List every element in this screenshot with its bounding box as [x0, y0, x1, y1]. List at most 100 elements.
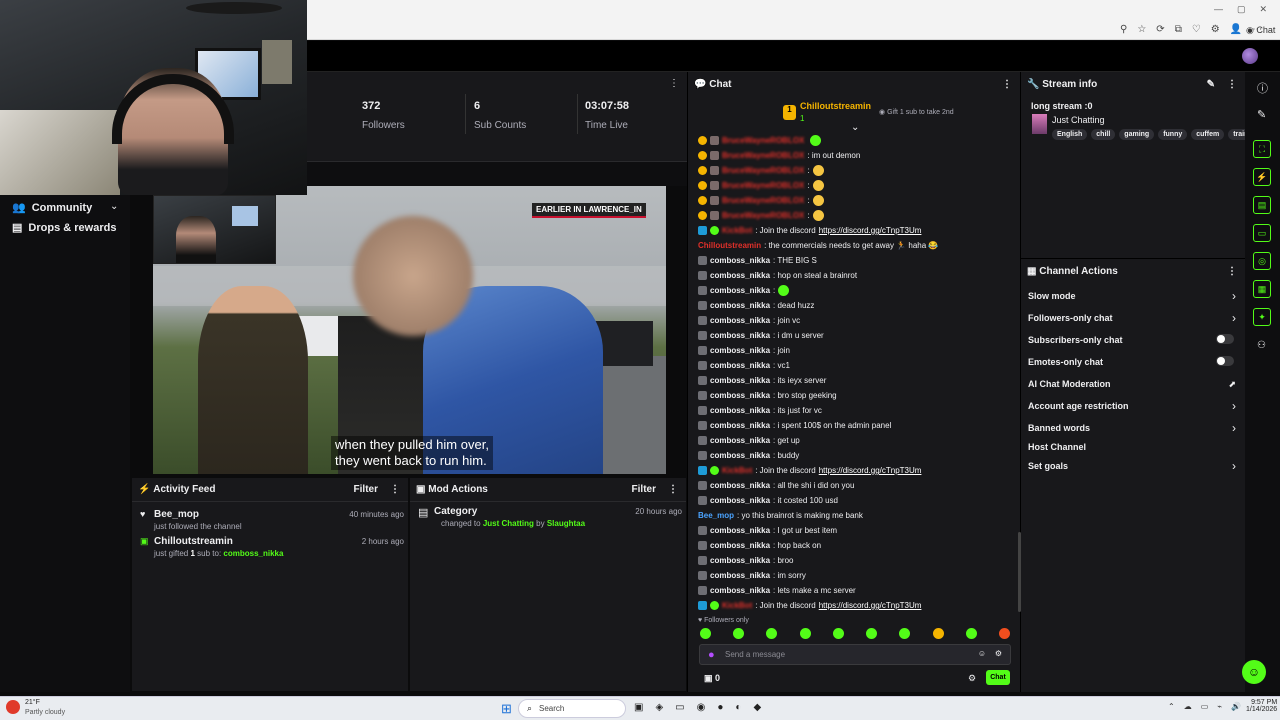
- chat-text: : I got ur best item: [773, 526, 838, 535]
- pencil-icon[interactable]: ✎: [1257, 108, 1266, 121]
- discord-link[interactable]: https://discord.gg/cTnpT3Um: [819, 226, 922, 235]
- channel-actions-panel: ▦ Channel Actions ⋮ Slow mode › Followers-…: [1021, 258, 1245, 692]
- lightning-icon[interactable]: ⚡: [1253, 168, 1271, 186]
- chat-username[interactable]: comboss_nikka: [710, 406, 770, 415]
- chat-username[interactable]: Bee_mop: [698, 511, 734, 520]
- chat-username[interactable]: comboss_nikka: [710, 586, 770, 595]
- chat-username[interactable]: comboss_nikka: [710, 301, 770, 310]
- help-icon[interactable]: ☺: [1242, 660, 1266, 684]
- wrench-rail-icon[interactable]: ✦: [1253, 308, 1271, 326]
- broadcast-icon[interactable]: ◎: [1253, 252, 1271, 270]
- chat-username[interactable]: comboss_nikka: [710, 256, 770, 265]
- chat-username[interactable]: comboss_nikka: [710, 391, 770, 400]
- chat-username[interactable]: BruceWayneROBLOX: [722, 181, 804, 190]
- users-icon[interactable]: ⚇: [1257, 340, 1266, 351]
- copilot-chat-button[interactable]: ◉ Chat: [1246, 25, 1275, 36]
- chat-input[interactable]: Send a message: [725, 650, 785, 659]
- user-badge-icon: [698, 271, 707, 280]
- emote-bar[interactable]: [700, 628, 1010, 639]
- send-chat-button[interactable]: Chat: [986, 670, 1010, 685]
- chat-username[interactable]: comboss_nikka: [710, 376, 770, 385]
- chat-username[interactable]: KickBot: [722, 226, 752, 235]
- chat-message: BruceWayneROBLOX: [698, 133, 1018, 148]
- chat-username[interactable]: BruceWayneROBLOX: [722, 136, 804, 145]
- mic-icon[interactable]: ●: [708, 649, 715, 661]
- sidebar-item-community[interactable]: 👥 Community: [12, 201, 92, 215]
- browser-icons[interactable]: ⚲ ☆ ⟳ ⧉ ♡ ⚙ 👤 ⋯: [1120, 24, 1262, 35]
- document-icon[interactable]: ▤: [1253, 196, 1271, 214]
- activity-menu-icon[interactable]: ⋮: [390, 484, 400, 495]
- action-banned-words[interactable]: Banned words ›: [1028, 421, 1238, 435]
- chat-username[interactable]: KickBot: [722, 601, 752, 610]
- user-badge-icon: [698, 286, 707, 295]
- action-slow-mode[interactable]: Slow mode ›: [1028, 289, 1238, 303]
- chat-username[interactable]: BruceWayneROBLOX: [722, 166, 804, 175]
- action-host-channel[interactable]: Host Channel: [1028, 442, 1238, 452]
- action-emotes-only[interactable]: Emotes-only chat: [1028, 356, 1238, 367]
- chat-message: comboss_nikka: hop on steal a brainrot: [698, 268, 1018, 283]
- discord-link[interactable]: https://discord.gg/cTnpT3Um: [819, 466, 922, 475]
- action-account-age[interactable]: Account age restriction ›: [1028, 399, 1238, 413]
- chat-username[interactable]: comboss_nikka: [710, 571, 770, 580]
- chat-input-box[interactable]: ● Send a message ☺ ⚙: [699, 644, 1011, 665]
- taskbar-apps[interactable]: ▣ ◈ ▭ ◉ ● ◐ ◆: [634, 702, 761, 713]
- system-tray[interactable]: ⌃ ☁ ▭ ⌁ 🔊: [1168, 702, 1241, 711]
- chat-username[interactable]: comboss_nikka: [710, 496, 770, 505]
- grid-icon[interactable]: ▦: [1253, 280, 1271, 298]
- chat-username[interactable]: comboss_nikka: [710, 271, 770, 280]
- edit-icon[interactable]: ✎: [1207, 79, 1215, 90]
- chat-collapse-icon[interactable]: ⌄: [851, 122, 859, 133]
- taskbar-search[interactable]: ⌕ Search: [518, 699, 626, 718]
- subscribers-only-toggle[interactable]: [1216, 334, 1234, 344]
- chat-username[interactable]: comboss_nikka: [710, 556, 770, 565]
- chat-username[interactable]: comboss_nikka: [710, 346, 770, 355]
- discord-link[interactable]: https://discord.gg/cTnpT3Um: [819, 601, 922, 610]
- weather-icon[interactable]: [6, 700, 20, 714]
- chat-message: comboss_nikka: vc1: [698, 358, 1018, 373]
- sidebar-item-drops[interactable]: ▤ Drops & rewards: [12, 221, 116, 235]
- search-icon: ⌕: [527, 703, 533, 713]
- mod-filter-button[interactable]: Filter: [632, 484, 656, 495]
- chat-username[interactable]: comboss_nikka: [710, 526, 770, 535]
- chat-username[interactable]: comboss_nikka: [710, 541, 770, 550]
- chat-username[interactable]: comboss_nikka: [710, 436, 770, 445]
- mod-menu-icon[interactable]: ⋮: [668, 484, 678, 495]
- windows-start-icon[interactable]: ⊞: [501, 701, 512, 717]
- chat-username[interactable]: comboss_nikka: [710, 316, 770, 325]
- channel-points[interactable]: ▣ 0: [704, 673, 720, 684]
- settings-icon[interactable]: ⚙: [995, 649, 1002, 658]
- emotes-only-toggle[interactable]: [1216, 356, 1234, 366]
- action-set-goals[interactable]: Set goals ›: [1028, 459, 1238, 473]
- stats-menu-icon[interactable]: ⋮: [669, 78, 679, 89]
- chat-username[interactable]: BruceWayneROBLOX: [722, 196, 804, 205]
- chat-username[interactable]: KickBot: [722, 466, 752, 475]
- community-icon: 👥: [12, 202, 26, 214]
- chat-username[interactable]: comboss_nikka: [710, 421, 770, 430]
- action-ai-moderation[interactable]: AI Chat Moderation ⬈: [1028, 379, 1238, 389]
- action-subscribers-only[interactable]: Subscribers-only chat: [1028, 334, 1238, 345]
- stream-info-menu-icon[interactable]: ⋮: [1227, 79, 1237, 90]
- expand-icon[interactable]: ⛶: [1253, 140, 1271, 158]
- emote-picker-icon[interactable]: ☺: [978, 649, 986, 658]
- action-followers-only[interactable]: Followers-only chat ›: [1028, 311, 1238, 325]
- chat-username[interactable]: comboss_nikka: [710, 451, 770, 460]
- chat-username[interactable]: Chilloutstreamin: [698, 241, 761, 250]
- actions-menu-icon[interactable]: ⋮: [1227, 266, 1237, 277]
- chat-settings-icon[interactable]: ⚙: [968, 673, 976, 684]
- chat-username[interactable]: comboss_nikka: [710, 481, 770, 490]
- chat-username[interactable]: comboss_nikka: [710, 331, 770, 340]
- chevron-down-icon[interactable]: ⌄: [110, 201, 118, 212]
- chat-menu-icon[interactable]: ⋮: [1002, 79, 1012, 90]
- chat-username[interactable]: BruceWayneROBLOX: [722, 211, 804, 220]
- chat-username[interactable]: comboss_nikka: [710, 286, 770, 295]
- info-icon[interactable]: ⓘ: [1257, 80, 1268, 96]
- user-avatar[interactable]: [1242, 48, 1258, 64]
- chat-message: Chilloutstreamin: the commercials needs …: [698, 238, 1018, 253]
- window-controls[interactable]: — ▢ ✕: [1214, 4, 1267, 15]
- activity-filter-button[interactable]: Filter: [354, 484, 378, 495]
- pinned-gifter[interactable]: 1 Chilloutstreamin 1 ◉ Gift 1 sub to take…: [783, 100, 954, 124]
- chat-username[interactable]: comboss_nikka: [710, 361, 770, 370]
- picture-in-picture-cam[interactable]: [153, 195, 276, 264]
- chat-username[interactable]: BruceWayneROBLOX: [722, 151, 804, 160]
- chat-bubble-icon[interactable]: ▭: [1253, 224, 1271, 242]
